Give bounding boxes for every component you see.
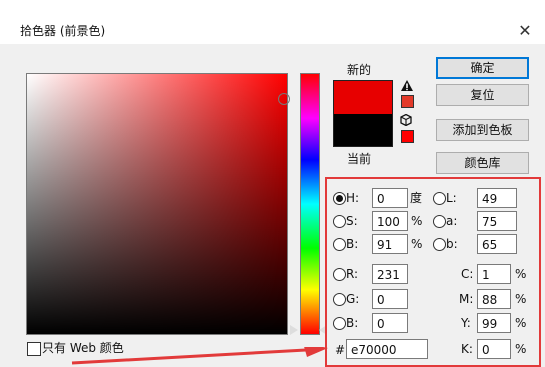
blue-label: B: — [346, 316, 359, 330]
saturation-field[interactable]: 100 — [372, 211, 408, 231]
current-color-swatch[interactable] — [333, 114, 393, 147]
radio-saturation[interactable] — [333, 215, 346, 228]
yellow-label: Y: — [461, 316, 471, 330]
hue-slider[interactable] — [300, 73, 320, 335]
saturation-label: S: — [346, 214, 358, 228]
radio-blue[interactable] — [333, 317, 346, 330]
lab-b-label: b: — [446, 237, 458, 251]
black-label: K: — [461, 342, 473, 356]
radio-lab-b[interactable] — [433, 238, 446, 251]
brightness-field[interactable]: 91 — [372, 234, 408, 254]
cyan-field[interactable]: 1 — [477, 264, 511, 284]
radio-lightness[interactable] — [433, 192, 446, 205]
saturation-unit: % — [411, 214, 423, 228]
lightness-label: L: — [446, 191, 457, 205]
lab-b-field[interactable]: 65 — [477, 234, 517, 254]
annotation-arrow — [71, 347, 328, 365]
lightness-field[interactable]: 49 — [477, 188, 517, 208]
magenta-unit: % — [515, 292, 527, 306]
hue-unit: 度 — [410, 191, 423, 205]
cyan-unit: % — [515, 267, 527, 281]
magenta-field[interactable]: 88 — [477, 289, 511, 309]
hue-field[interactable]: 0 — [372, 188, 408, 208]
web-safe-swatch[interactable] — [401, 130, 414, 143]
color-libraries-button[interactable]: 颜色库 — [436, 152, 529, 174]
gamut-swatch[interactable] — [401, 95, 414, 108]
brightness-label: B: — [346, 237, 359, 251]
close-icon[interactable]: ✕ — [514, 20, 536, 42]
new-color-swatch — [333, 80, 393, 114]
ok-button[interactable]: 确定 — [436, 57, 529, 79]
lab-a-field[interactable]: 75 — [477, 211, 517, 231]
radio-lab-a[interactable] — [433, 215, 446, 228]
green-field[interactable]: 0 — [372, 289, 408, 309]
lab-a-label: a: — [446, 214, 458, 228]
brightness-unit: % — [411, 237, 423, 251]
add-to-swatches-button[interactable]: 添加到色板 — [436, 119, 529, 141]
radio-hue[interactable] — [333, 192, 346, 205]
radio-green[interactable] — [333, 293, 346, 306]
hex-label: # — [335, 343, 346, 357]
magenta-label: M: — [459, 292, 474, 306]
black-field[interactable]: 0 — [477, 339, 511, 359]
red-field[interactable]: 231 — [372, 264, 408, 284]
reset-button[interactable]: 复位 — [436, 84, 529, 106]
green-label: G: — [346, 292, 360, 306]
blue-field[interactable]: 0 — [372, 313, 408, 333]
current-color-label: 当前 — [347, 152, 372, 166]
yellow-field[interactable]: 99 — [477, 313, 511, 333]
black-unit: % — [515, 342, 527, 356]
hue-slider-left-handle[interactable] — [290, 325, 298, 335]
cube-icon — [400, 113, 412, 127]
hue-label: H: — [346, 191, 360, 205]
saturation-brightness-field[interactable] — [26, 73, 288, 335]
radio-red[interactable] — [333, 268, 346, 281]
web-colors-only-checkbox[interactable] — [27, 342, 41, 356]
warning-triangle-icon — [401, 80, 413, 92]
window-title: 拾色器 (前景色) — [20, 24, 106, 38]
radio-brightness[interactable] — [333, 238, 346, 251]
cyan-label: C: — [461, 267, 474, 281]
yellow-unit: % — [515, 316, 527, 330]
hex-field[interactable]: e70000 — [346, 339, 428, 359]
color-field-marker[interactable] — [278, 93, 290, 105]
red-label: R: — [346, 267, 359, 281]
new-color-label: 新的 — [347, 63, 372, 77]
